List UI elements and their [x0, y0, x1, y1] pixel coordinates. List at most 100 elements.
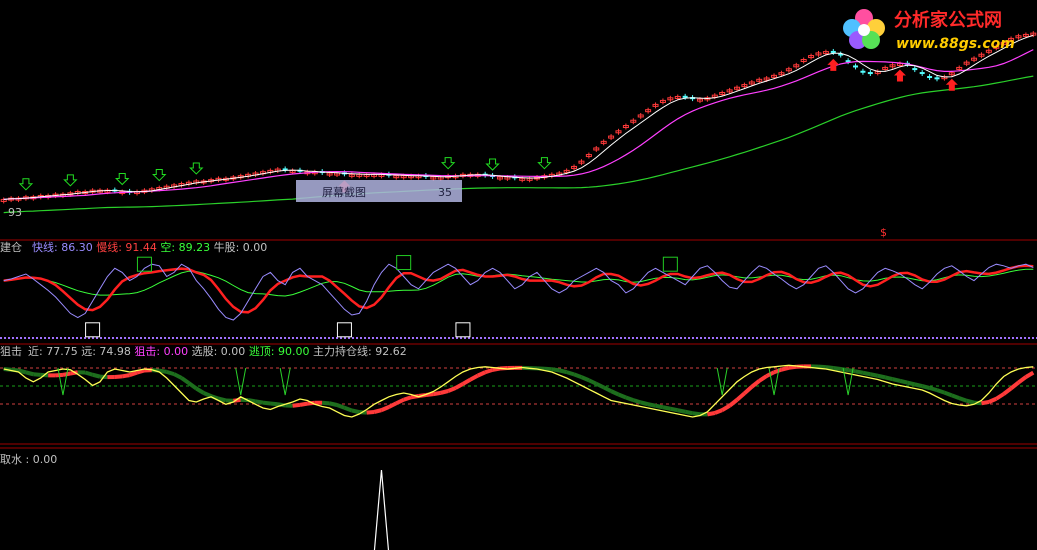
main-holding-band: [988, 396, 998, 404]
main-holding-band: [818, 364, 827, 370]
main-holding-band: [551, 367, 560, 373]
legend-item: 慢线: 91.44: [96, 240, 160, 254]
tooltip-label: 屏幕截图: [322, 185, 366, 199]
main-holding-band: [847, 368, 856, 374]
main-holding-band: [951, 393, 960, 400]
main-holding-band: [440, 389, 449, 395]
flower-icon: [843, 9, 885, 49]
panel2-legend: 建仓 快线: 86.30 慢线: 91.44 空: 89.23 牛股: 0.00: [0, 240, 267, 254]
candle-body: [682, 95, 688, 98]
legend-item: 牛股: 0.00: [214, 240, 268, 254]
main-holding-band: [343, 405, 353, 413]
main-holding-band: [255, 399, 264, 405]
legend-item: 空: 89.23: [160, 240, 213, 254]
dollar-marker: $: [880, 226, 887, 239]
main-holding-band: [995, 392, 1005, 401]
main-holding-band: [684, 409, 693, 416]
ma-long-line: [3, 75, 1034, 214]
panel4-sep: :: [22, 453, 33, 466]
sell-arrow-icon: [440, 157, 456, 170]
main-holding-band: [743, 385, 754, 395]
main-holding-band: [373, 408, 382, 414]
main-holding-band: [936, 388, 946, 395]
main-holding-band: [840, 367, 849, 373]
main-holding-band: [788, 364, 797, 370]
main-holding-band: [892, 377, 901, 383]
main-holding-band: [128, 370, 138, 378]
main-holding-band: [469, 373, 479, 382]
signal-box: [136, 256, 152, 272]
main-holding-band: [180, 376, 191, 385]
main-holding-band: [380, 405, 390, 412]
main-holding-band: [202, 391, 212, 398]
main-holding-band: [721, 404, 731, 412]
main-holding-band: [869, 372, 879, 378]
candle-body: [912, 68, 918, 71]
main-holding-band: [336, 403, 346, 410]
main-holding-band: [640, 400, 649, 407]
signal-box: [85, 322, 101, 338]
ma-short-line: [3, 34, 1034, 200]
main-holding-band: [966, 398, 975, 405]
main-holding-band: [981, 400, 990, 406]
candle-body: [830, 50, 836, 53]
main-holding-band: [476, 370, 486, 378]
main-holding-band: [566, 370, 575, 377]
main-holding-band: [187, 381, 198, 391]
main-holding-band: [617, 392, 627, 400]
escape-top-marker: [57, 367, 69, 396]
candle-body: [853, 65, 859, 68]
screenshot-tooltip: 屏幕截图 35: [296, 180, 462, 202]
main-holding-band: [714, 408, 723, 415]
escape-top-marker: [235, 367, 247, 396]
main-holding-band: [366, 410, 375, 415]
main-holding-band: [158, 368, 167, 374]
panel2-title: 建仓: [0, 240, 22, 254]
legend-item: 近: 77.75: [28, 345, 81, 358]
svg-text:取水 : 0.00: 取水 : 0.00: [0, 453, 57, 466]
legend-item: 选股: 0.00: [192, 345, 249, 358]
main-holding-band: [855, 369, 864, 375]
main-holding-band: [632, 398, 642, 405]
main-holding-band: [595, 381, 605, 390]
signal-box: [662, 256, 678, 272]
main-holding-band: [461, 377, 472, 386]
main-holding-band: [602, 385, 612, 393]
stock-chart: 屏幕截图 35 93 $ 分析家公式网 www.88gs.com 建仓 快线: …: [0, 9, 1037, 550]
signal-box: [455, 322, 471, 338]
main-holding-band: [195, 386, 205, 395]
sell-arrow-icon: [63, 174, 78, 187]
main-holding-band: [292, 402, 301, 408]
main-holding-band: [447, 386, 457, 393]
buy-arrow-icon: [893, 69, 906, 82]
svg-text:近: 77.75 远: 74.98 狙击: 0.00: 近: 77.75 远: 74.98 狙击: 0.00 选股: 0.00 逃顶: …: [28, 344, 407, 358]
main-holding-band: [84, 370, 94, 377]
main-price-panel: [0, 31, 1037, 214]
main-holding-band: [173, 372, 183, 380]
main-holding-band: [735, 391, 746, 402]
signal-box: [336, 322, 352, 338]
main-holding-band: [1017, 375, 1028, 385]
main-holding-band: [677, 408, 686, 414]
qushui-indicator-panel: [373, 469, 390, 550]
main-holding-band: [322, 400, 330, 406]
main-holding-band: [728, 398, 739, 408]
main-holding-band: [929, 386, 938, 393]
main-holding-band: [403, 395, 412, 402]
sell-arrow-icon: [115, 173, 130, 186]
escape-top-marker: [279, 367, 291, 396]
watermark-logo: 分析家公式网 www.88gs.com: [843, 9, 1015, 52]
main-holding-band: [1009, 380, 1020, 390]
main-holding-band: [270, 401, 278, 407]
main-holding-band: [395, 397, 405, 406]
main-holding-band: [299, 401, 308, 407]
main-holding-band: [692, 411, 701, 417]
legend-item: 主力持仓线: 92.62: [313, 344, 407, 358]
main-holding-band: [573, 372, 583, 379]
candle-body: [860, 70, 866, 73]
sell-arrow-icon: [537, 157, 552, 170]
main-holding-band: [387, 401, 398, 409]
main-holding-band: [610, 389, 620, 397]
svg-text:快线: 86.30 慢线: 91.44 空: 89.23: 快线: 86.30 慢线: 91.44 空: 89.23 牛股: 0.00: [32, 240, 267, 254]
main-holding-band: [121, 373, 130, 379]
